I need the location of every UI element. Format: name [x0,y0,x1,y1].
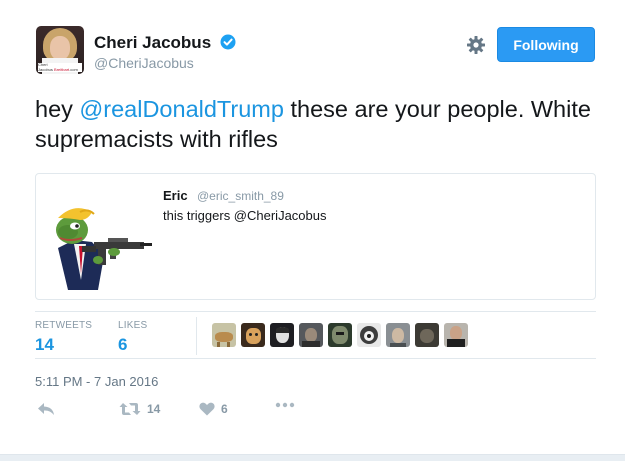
liker-avatar[interactable] [270,323,294,347]
quoted-tweet-card[interactable]: Eric @eric_smith_89 this triggers @Cheri… [35,173,596,300]
liker-avatar[interactable] [357,323,381,347]
liker-avatar[interactable] [241,323,265,347]
reply-icon [38,403,54,415]
quoted-tweet-text: this triggers @CheriJacobus [163,208,327,223]
liker-avatar[interactable] [328,323,352,347]
liker-avatar[interactable] [299,323,323,347]
retweets-count: 14 [35,335,54,354]
verified-badge-icon [220,34,236,50]
likes-stat[interactable]: LIKES 6 [118,320,147,355]
retweets-stat[interactable]: RETWEETS 14 [35,320,92,355]
like-button[interactable]: 6 [199,402,228,416]
retweet-button[interactable]: 14 [119,402,160,416]
reply-button[interactable] [37,402,55,416]
tweet-text: hey @realDonaldTrump these are your peop… [35,96,591,152]
stats-row: RETWEETS 14 LIKES 6 [35,311,596,359]
display-name[interactable]: Cheri Jacobus [94,33,211,53]
retweet-count: 14 [147,402,161,416]
like-count: 6 [221,402,228,416]
user-handle[interactable]: @CheriJacobus [94,55,194,71]
liker-avatars [212,323,468,347]
liker-avatar[interactable] [212,323,236,347]
following-button[interactable]: Following [497,27,595,62]
retweet-icon [119,403,141,415]
tweet-timestamp[interactable]: 5:11 PM - 7 Jan 2016 [35,374,158,389]
liker-avatar[interactable] [415,323,439,347]
retweets-label: RETWEETS [35,320,93,331]
likes-count: 6 [118,335,128,354]
liker-avatar[interactable] [386,323,410,347]
gear-icon[interactable] [466,35,486,55]
stats-divider [196,317,197,355]
avatar-caption: Cheri Jacobus Breitbart.com [38,63,82,72]
quoted-tweet-image [56,208,152,290]
avatar[interactable]: Cheri Jacobus Breitbart.com [36,26,84,74]
more-button[interactable] [275,402,295,408]
quoted-author-name[interactable]: Eric [163,188,188,203]
more-icon [275,402,295,408]
heart-icon [199,402,215,416]
liker-avatar[interactable] [444,323,468,347]
tweet-container: Cheri Jacobus Breitbart.com Cheri Jacobu… [0,0,625,456]
quoted-author-handle[interactable]: @eric_smith_89 [197,189,284,203]
mention-link[interactable]: @realDonaldTrump [79,96,284,122]
likes-label: LIKES [118,320,148,331]
